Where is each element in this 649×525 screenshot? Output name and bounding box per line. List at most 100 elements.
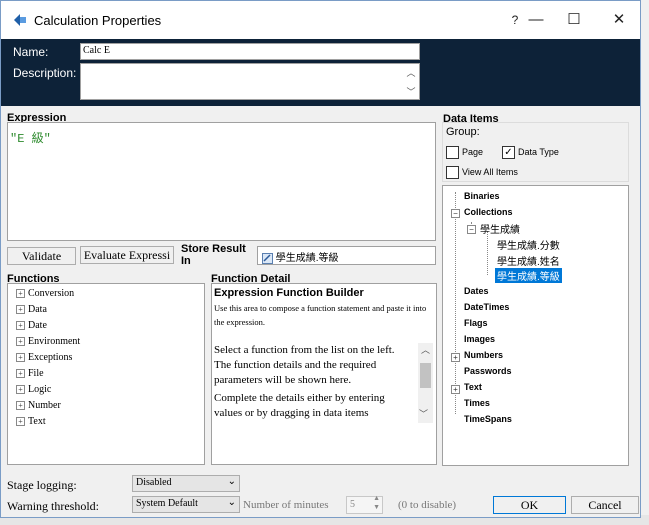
tree-item-collection[interactable]: 學生成績 (480, 221, 520, 236)
description-label: Description: (13, 66, 77, 80)
scroll-down-icon[interactable]: ﹀ (405, 85, 417, 98)
function-detail-title: Expression Function Builder (214, 287, 364, 299)
minutes-value: 5 (350, 499, 355, 510)
chevron-down-icon: ⌄ (227, 497, 236, 508)
stage-logging-select[interactable]: Disabled ⌄ (132, 475, 240, 492)
expand-icon[interactable]: + (16, 417, 25, 427)
disable-hint: (0 to disable) (398, 499, 457, 511)
minimize-icon: — (528, 11, 544, 28)
tree-item-dates[interactable]: Dates (464, 286, 489, 296)
group-label: Group: (446, 126, 480, 138)
warning-threshold-select[interactable]: System Default ⌄ (132, 496, 240, 513)
collapse-icon[interactable]: − (451, 209, 460, 218)
validate-button[interactable]: Validate (7, 247, 76, 265)
stepper-down-icon[interactable]: ▼ (373, 504, 380, 511)
collapse-icon[interactable]: − (467, 225, 476, 234)
name-label: Name: (13, 45, 49, 59)
minutes-stepper[interactable]: 5 ▲ ▼ (346, 495, 383, 514)
expand-icon[interactable]: + (16, 353, 25, 363)
data-items-tree[interactable]: Binaries − Collections − 學生成績 學生成績.分數 學生… (442, 185, 629, 466)
tree-item-passwords[interactable]: Passwords (464, 366, 512, 376)
tree-item-times[interactable]: Times (464, 398, 490, 408)
view-all-checkbox[interactable] (446, 166, 459, 179)
function-category-item[interactable]: + Number (16, 400, 61, 416)
function-category-item[interactable]: + Data (16, 304, 47, 320)
scroll-up-icon[interactable]: ︿ (405, 66, 417, 79)
tree-item-timespans[interactable]: TimeSpans (464, 414, 512, 424)
close-button[interactable]: ✕ (596, 7, 640, 33)
tree-item-datetimes[interactable]: DateTimes (464, 302, 509, 312)
tree-item-field[interactable]: 學生成績.分數 (497, 237, 560, 252)
description-input[interactable]: ︿ ﹀ (80, 63, 420, 100)
stage-logging-label: Stage logging: (7, 478, 77, 492)
function-detail-body2: Complete the details either by entering … (214, 392, 385, 419)
function-category-item[interactable]: + Environment (16, 336, 80, 352)
stepper-up-icon[interactable]: ▲ (373, 495, 380, 502)
detail-scrollbar[interactable]: ︿ ﹀ (418, 343, 433, 423)
function-category-label: Text (28, 416, 46, 427)
text-node[interactable]: + (451, 383, 460, 395)
expand-icon[interactable]: + (16, 369, 25, 379)
tree-connector (487, 231, 488, 275)
function-category-item[interactable]: + Exceptions (16, 352, 72, 368)
expand-icon[interactable]: + (451, 385, 460, 394)
numbers-node[interactable]: + (451, 351, 460, 363)
functions-tree[interactable]: + Conversion + Data + Date + Environment + Except… (7, 283, 205, 465)
scroll-up-icon[interactable]: ︿ (418, 343, 433, 356)
expand-icon[interactable]: + (16, 321, 25, 331)
function-category-item[interactable]: + Date (16, 320, 47, 336)
maximize-button[interactable]: ☐ (551, 7, 597, 33)
function-category-label: Exceptions (28, 352, 73, 363)
store-result-field[interactable]: 學生成績.等級 (257, 246, 436, 265)
function-category-label: Data (28, 304, 47, 315)
name-input[interactable]: Calc E (80, 43, 420, 60)
scrollbar-thumb[interactable] (420, 363, 431, 388)
function-category-label: Date (28, 320, 47, 331)
collections-node[interactable]: − (451, 207, 460, 219)
background-window-edge (640, 0, 649, 525)
evaluate-expression-button[interactable]: Evaluate Expressi (80, 246, 174, 264)
function-category-item[interactable]: + File (16, 368, 44, 384)
function-category-label: Environment (28, 336, 81, 347)
data-type-checkbox[interactable]: ✓ (502, 146, 515, 159)
tree-item-numbers[interactable]: Numbers (464, 350, 503, 360)
expand-icon[interactable]: + (16, 305, 25, 315)
tree-item-flags[interactable]: Flags (464, 318, 488, 328)
tree-item-field[interactable]: 學生成績.姓名 (497, 253, 560, 268)
window-title: Calculation Properties (34, 13, 162, 28)
warning-threshold-value: System Default (136, 498, 198, 509)
expression-text: "E 級" (10, 132, 51, 146)
group-box: Group: Page ✓ Data Type View All Items (442, 122, 629, 182)
function-category-item[interactable]: + Logic (16, 384, 51, 400)
expand-icon[interactable]: + (16, 385, 25, 395)
function-category-item[interactable]: + Conversion (16, 288, 74, 304)
expression-editor[interactable]: "E 級" (7, 122, 436, 241)
title-bar: Calculation Properties ? — ☐ ✕ (1, 1, 640, 39)
tree-item-collections[interactable]: Collections (464, 207, 513, 217)
function-detail-help: Select a function from the list on the l… (212, 340, 436, 464)
collection-node[interactable]: − (467, 223, 476, 235)
minutes-label: Number of minutes (243, 499, 329, 511)
function-category-item[interactable]: + Text (16, 416, 46, 432)
chevron-down-icon: ⌄ (227, 476, 236, 487)
tree-item-binaries[interactable]: Binaries (464, 191, 500, 201)
calculation-icon (14, 14, 26, 26)
expand-icon[interactable]: + (451, 353, 460, 362)
view-all-checkbox-label: View All Items (462, 167, 518, 177)
stage-logging-value: Disabled (136, 477, 172, 488)
expand-icon[interactable]: + (16, 289, 25, 299)
expand-icon[interactable]: + (16, 401, 25, 411)
function-detail-panel: Expression Function Builder Use this are… (211, 283, 437, 465)
store-result-value: 學生成績.等級 (275, 253, 339, 264)
tree-item-field-selected[interactable]: 學生成績.等級 (495, 268, 562, 283)
ok-button[interactable]: OK (493, 496, 566, 514)
data-item-icon (262, 252, 273, 264)
scroll-down-icon[interactable]: ﹀ (419, 407, 428, 420)
maximize-icon: ☐ (567, 11, 581, 28)
cancel-button[interactable]: Cancel (571, 496, 639, 514)
expand-icon[interactable]: + (16, 337, 25, 347)
close-icon: ✕ (612, 11, 626, 28)
page-checkbox[interactable] (446, 146, 459, 159)
tree-item-text[interactable]: Text (464, 382, 482, 392)
tree-item-images[interactable]: Images (464, 334, 495, 344)
